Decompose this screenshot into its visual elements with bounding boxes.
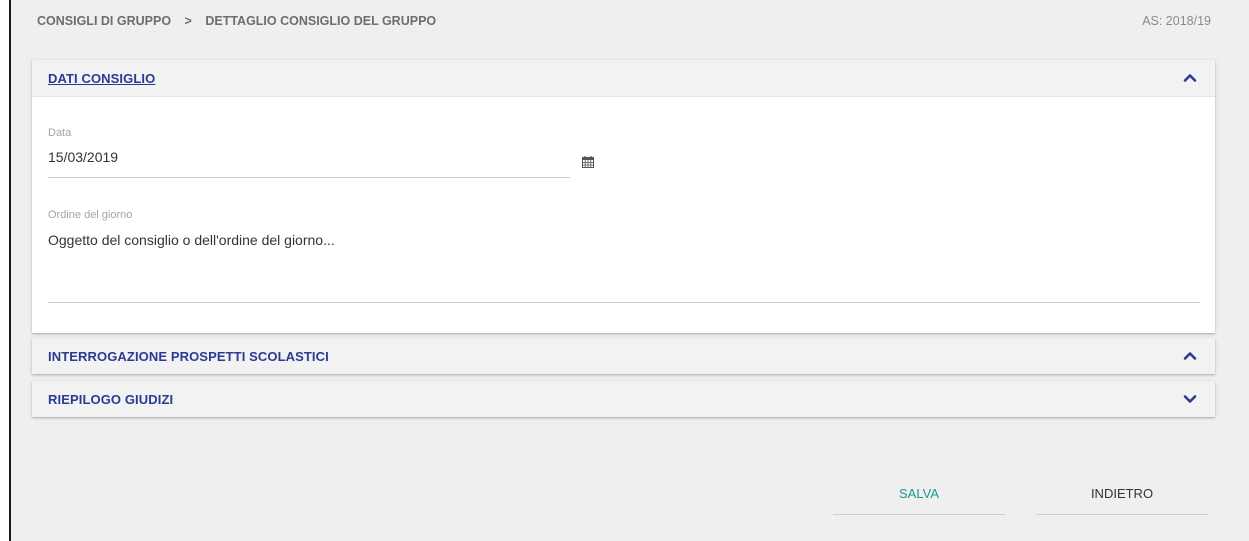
panel-title-riepilogo[interactable]: RIEPILOGO GIUDIZI (48, 392, 173, 407)
school-year: AS: 2018/19 (1142, 14, 1211, 28)
chevron-up-icon[interactable] (1181, 347, 1199, 365)
chevron-up-icon[interactable] (1181, 69, 1199, 87)
panel-interrogazione: INTERROGAZIONE PROSPETTI SCOLASTICI (32, 338, 1215, 374)
page-frame: CONSIGLI DI GRUPPO > DETTAGLIO CONSIGLIO… (9, 0, 1249, 541)
save-button[interactable]: SALVA (833, 487, 1005, 515)
calendar-icon[interactable] (581, 155, 595, 169)
agenda-label: Ordine del giorno (48, 209, 133, 221)
panel-header-interrogazione[interactable]: INTERROGAZIONE PROSPETTI SCOLASTICI (32, 338, 1215, 374)
breadcrumb-current: DETTAGLIO CONSIGLIO DEL GRUPPO (205, 14, 437, 28)
chevron-down-icon[interactable] (1181, 390, 1199, 408)
breadcrumb-separator: > (184, 14, 192, 28)
panel-title-dati-consiglio[interactable]: DATI CONSIGLIO (48, 71, 155, 86)
panel-riepilogo: RIEPILOGO GIUDIZI (32, 381, 1215, 417)
date-field[interactable]: 15/03/2019 (48, 149, 118, 165)
agenda-underline (48, 302, 1200, 303)
panel-dati-consiglio: DATI CONSIGLIO Data 15/03/2019 Ordine de… (32, 60, 1215, 333)
agenda-textarea[interactable]: Oggetto del consiglio o dell'ordine del … (48, 232, 335, 248)
panel-title-interrogazione[interactable]: INTERROGAZIONE PROSPETTI SCOLASTICI (48, 349, 329, 364)
panel-body-dati-consiglio: Data 15/03/2019 Ordine del giorno Oggett… (32, 97, 1215, 333)
back-button[interactable]: INDIETRO (1036, 487, 1208, 515)
top-bar: CONSIGLI DI GRUPPO > DETTAGLIO CONSIGLIO… (37, 14, 1249, 32)
breadcrumb: CONSIGLI DI GRUPPO > DETTAGLIO CONSIGLIO… (37, 14, 436, 28)
panel-header-dati-consiglio[interactable]: DATI CONSIGLIO (32, 60, 1215, 97)
panel-header-riepilogo[interactable]: RIEPILOGO GIUDIZI (32, 381, 1215, 417)
date-label: Data (48, 127, 72, 139)
breadcrumb-parent[interactable]: CONSIGLI DI GRUPPO (37, 14, 171, 28)
date-field-underline (48, 177, 570, 178)
